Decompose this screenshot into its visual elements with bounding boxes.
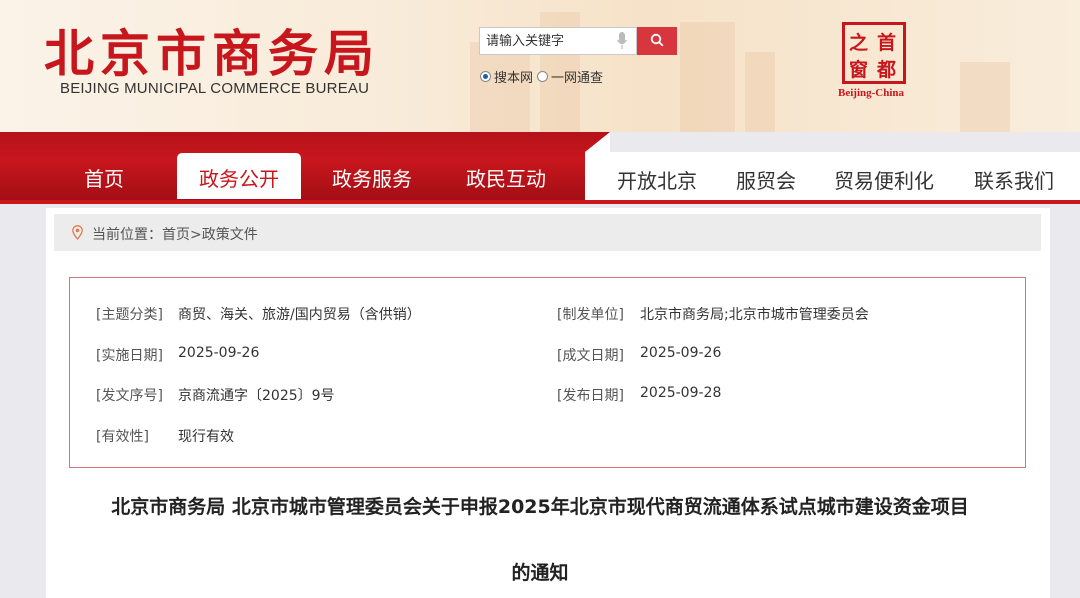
site-logo-chinese[interactable]: 北京市商务局 [44, 14, 380, 86]
meta-validity-value: 现行有效 [178, 429, 234, 445]
search-input[interactable] [486, 28, 606, 54]
document-title-line-2: 的通知 [511, 562, 569, 584]
nav-item-contact-us[interactable]: 联系我们 [974, 165, 1054, 194]
breadcrumb-label: 当前位置： [92, 227, 162, 243]
seal-caption: Beijing-China [838, 87, 905, 99]
document-title-line-1: 北京市商务局 北京市城市管理委员会关于申报2025年北京市现代商贸流通体系试点城… [111, 496, 969, 518]
meta-written-date-value: 2025-09-26 [640, 345, 722, 361]
nav-item-government-affairs-open[interactable]: 政务公开 [199, 163, 279, 192]
meta-publish-date-label: [发布日期] [557, 388, 624, 404]
search-scope-all-radio[interactable] [537, 71, 549, 82]
meta-issuer-label: [制发单位] [557, 307, 624, 323]
search-scope-site-radio[interactable] [480, 71, 491, 82]
search-scope-all-label[interactable]: 一网通查 [551, 67, 603, 86]
breadcrumb-path[interactable]: 首页>政策文件 [162, 227, 258, 243]
site-logo-english: BEIJING MUNICIPAL COMMERCE BUREAU [60, 80, 370, 97]
breadcrumb-text: 当前位置：首页>政策文件 [92, 224, 258, 244]
search-scope-group: 搜本网 一网通查 [480, 67, 603, 86]
search-scope-site-label[interactable]: 搜本网 [494, 67, 533, 86]
skyline-decoration [680, 22, 735, 132]
search-box [479, 27, 637, 55]
seal-char: 首 [877, 32, 897, 54]
skyline-decoration [960, 62, 1010, 132]
nav-item-open-beijing[interactable]: 开放北京 [617, 165, 697, 194]
nav-item-ciftis[interactable]: 服贸会 [736, 165, 796, 194]
seal-char: 都 [877, 59, 897, 81]
site-header: 北京市商务局 BEIJING MUNICIPAL COMMERCE BUREAU… [0, 0, 1080, 132]
nav-item-trade-facilitation[interactable]: 贸易便利化 [834, 165, 934, 194]
meta-topic-label: [主题分类] [96, 307, 163, 323]
meta-issuer-value: 北京市商务局;北京市城市管理委员会 [640, 307, 869, 323]
nav-bottom-border [0, 200, 1080, 204]
meta-written-date-label: [成文日期] [557, 348, 624, 364]
capital-window-seal-logo[interactable]: 之 首 窗 都 [842, 22, 906, 84]
meta-effective-date-label: [实施日期] [96, 348, 163, 364]
meta-effective-date-value: 2025-09-26 [178, 345, 260, 361]
seal-char: 之 [849, 32, 869, 54]
search-button[interactable] [637, 27, 677, 55]
meta-topic-value: 商贸、海关、旅游/国内贸易（含供销） [178, 307, 421, 323]
meta-document-number-label: [发文序号] [96, 388, 163, 404]
nav-item-government-services[interactable]: 政务服务 [332, 163, 412, 192]
microphone-icon[interactable] [617, 32, 627, 50]
meta-document-number-value: 京商流通字〔2025〕9号 [178, 388, 335, 404]
meta-validity-label: [有效性] [96, 429, 149, 445]
seal-char: 窗 [849, 59, 869, 81]
meta-publish-date-value: 2025-09-28 [640, 385, 722, 401]
nav-item-public-interaction[interactable]: 政民互动 [466, 163, 546, 192]
location-pin-icon [72, 225, 83, 240]
nav-divider-slant [585, 132, 610, 152]
skyline-decoration [470, 42, 530, 132]
skyline-decoration [745, 52, 775, 132]
search-icon [650, 33, 664, 46]
nav-item-home[interactable]: 首页 [84, 163, 124, 192]
